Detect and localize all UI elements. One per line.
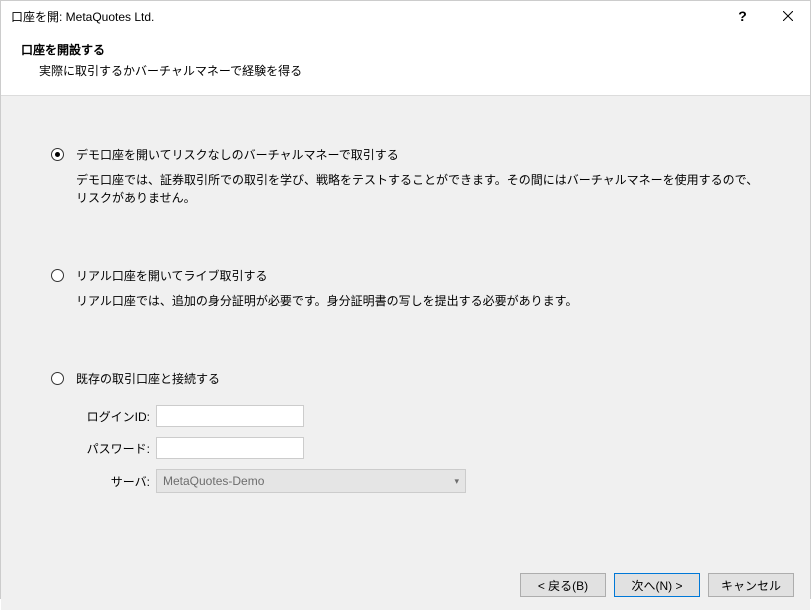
existing-form: ログインID: パスワード: サーバ: MetaQuotes-Demo ▾ <box>76 405 760 493</box>
server-select[interactable]: MetaQuotes-Demo ▾ <box>156 469 466 493</box>
header-subtitle: 実際に取引するかバーチャルマネーで経験を得る <box>21 62 790 79</box>
option-real[interactable]: リアル口座を開いてライブ取引する リアル口座では、追加の身分証明が必要です。身分… <box>51 267 760 310</box>
radio-real[interactable] <box>51 269 64 282</box>
titlebar: 口座を開: MetaQuotes Ltd. ? <box>1 1 810 31</box>
option-real-label: リアル口座を開いてライブ取引する <box>76 267 760 284</box>
help-icon[interactable]: ? <box>720 1 765 31</box>
option-existing-label: 既存の取引口座と接続する <box>76 370 760 387</box>
next-button[interactable]: 次へ(N) > <box>614 573 700 597</box>
cancel-button[interactable]: キャンセル <box>708 573 794 597</box>
server-label: サーバ: <box>76 473 156 490</box>
header-title: 口座を開設する <box>21 41 790 58</box>
radio-demo[interactable] <box>51 148 64 161</box>
option-demo-desc: デモ口座では、証券取引所での取引を学び、戦略をテストすることができます。その間に… <box>76 171 760 207</box>
option-demo[interactable]: デモ口座を開いてリスクなしのバーチャルマネーで取引する デモ口座では、証券取引所… <box>51 146 760 207</box>
back-button[interactable]: < 戻る(B) <box>520 573 606 597</box>
radio-existing[interactable] <box>51 372 64 385</box>
password-label: パスワード: <box>76 440 156 457</box>
close-icon[interactable] <box>765 1 810 31</box>
wizard-header: 口座を開設する 実際に取引するかバーチャルマネーで経験を得る <box>1 31 810 95</box>
login-label: ログインID: <box>76 408 156 425</box>
option-real-desc: リアル口座では、追加の身分証明が必要です。身分証明書の写しを提出する必要がありま… <box>76 292 760 310</box>
password-input[interactable] <box>156 437 304 459</box>
option-demo-label: デモ口座を開いてリスクなしのバーチャルマネーで取引する <box>76 146 760 163</box>
window-title: 口座を開: MetaQuotes Ltd. <box>11 8 154 25</box>
server-value: MetaQuotes-Demo <box>163 474 264 488</box>
login-input[interactable] <box>156 405 304 427</box>
wizard-footer: < 戻る(B) 次へ(N) > キャンセル <box>1 560 810 610</box>
titlebar-controls: ? <box>720 1 810 31</box>
option-existing[interactable]: 既存の取引口座と接続する ログインID: パスワード: サーバ: MetaQuo… <box>51 370 760 503</box>
wizard-body: デモ口座を開いてリスクなしのバーチャルマネーで取引する デモ口座では、証券取引所… <box>1 95 810 560</box>
chevron-down-icon: ▾ <box>454 476 459 487</box>
